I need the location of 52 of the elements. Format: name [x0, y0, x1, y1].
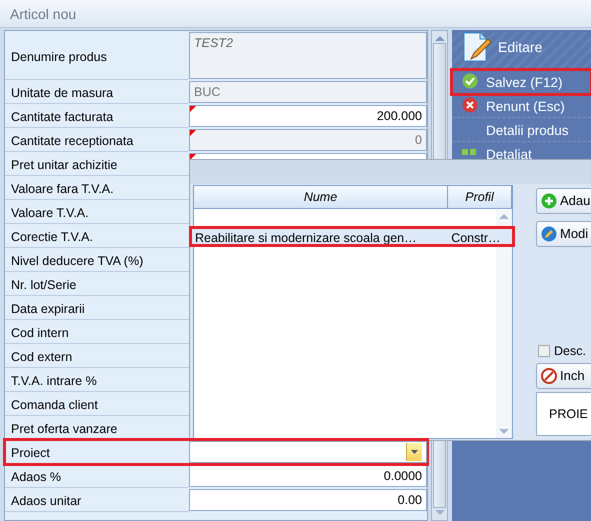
field-label: Cantitate receptionata	[11, 133, 134, 150]
field-label: T.V.A. intrare %	[11, 373, 97, 390]
checkbox-label: Desc.	[554, 343, 586, 360]
plus-icon	[541, 193, 557, 209]
field-label: Adaos unitar	[11, 493, 82, 510]
field-label: Valoare fara T.V.A.	[11, 181, 114, 198]
column-header[interactable]: Nume	[194, 186, 448, 208]
menu-item[interactable]: Detalii produs	[452, 118, 591, 142]
field-label: Data expirarii	[11, 301, 85, 318]
menu-item[interactable]: Salvez (F12)	[452, 70, 591, 94]
input-field[interactable]: BUC	[189, 81, 427, 103]
scroll-up-icon	[434, 36, 444, 41]
input-field[interactable]: 200.000	[189, 105, 427, 127]
input-field[interactable]: 0.0000	[189, 465, 427, 487]
field-label: Nr. lot/Serie	[11, 277, 76, 294]
column-header[interactable]: Profil	[448, 186, 512, 208]
scroll-down-icon	[434, 510, 444, 515]
field-label: Corectie T.V.A.	[11, 229, 93, 246]
field-label: Cod extern	[11, 349, 72, 366]
field-label: Unitate de masura	[11, 85, 114, 102]
field-label: Comanda client	[11, 397, 98, 414]
input-field[interactable]: 0.00	[189, 489, 427, 511]
x-icon	[462, 97, 478, 113]
check-icon	[462, 73, 478, 89]
dropdown-button[interactable]	[406, 443, 422, 461]
toolbar-button[interactable]: Adau	[536, 188, 591, 214]
field-label: Proiect	[11, 445, 50, 462]
squares-icon	[462, 149, 476, 155]
field-label: Cod intern	[11, 325, 69, 342]
field-label: Pret unitar achizitie	[11, 157, 118, 174]
field-label: Nivel deducere TVA (%)	[11, 253, 144, 270]
info-text: PROIE	[549, 406, 588, 423]
scroll-down-icon	[499, 429, 509, 434]
toolbar-button[interactable]: Modi	[536, 221, 591, 247]
panel-title: Editare	[498, 38, 542, 57]
close-button[interactable]: Inch	[536, 363, 591, 389]
input-field[interactable]: 0	[189, 129, 427, 151]
field-label: Adaos %	[11, 469, 62, 486]
field-label: Cantitate facturata	[11, 109, 114, 126]
pencil-icon	[541, 226, 557, 242]
dropdown-field[interactable]	[189, 441, 427, 463]
field-label: Denumire produs	[11, 48, 107, 66]
field-label: Valoare T.V.A.	[11, 205, 89, 222]
menu-item[interactable]: Renunt (Esc)	[452, 94, 591, 118]
field-label: Pret oferta vanzare	[11, 421, 118, 438]
input-field[interactable]: TEST2	[189, 32, 427, 79]
checkbox[interactable]	[538, 345, 550, 358]
document-pencil-icon	[462, 32, 492, 63]
caret-icon	[411, 450, 418, 454]
scroll-up-icon	[499, 214, 509, 219]
window-title: Articol nou	[10, 6, 76, 22]
prohibited-icon	[541, 368, 557, 384]
